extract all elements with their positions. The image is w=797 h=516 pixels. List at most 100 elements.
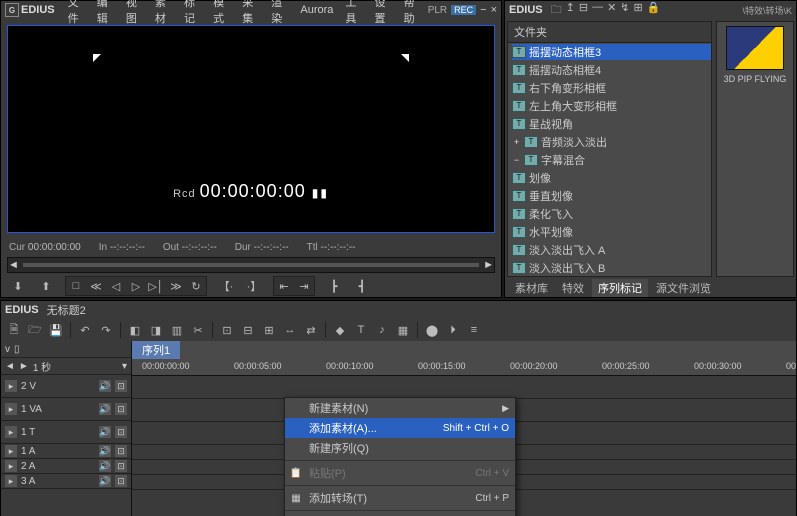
view-icon[interactable]: ⊞ <box>634 1 643 20</box>
lock-icon[interactable]: ⊡ <box>115 380 127 392</box>
close-icon[interactable]: × <box>491 4 497 16</box>
context-menu-item[interactable]: 新建素材(N)▶ <box>285 398 515 418</box>
set-out-icon[interactable]: ·】 <box>245 278 263 294</box>
mute-icon[interactable]: 🔊 <box>99 460 111 472</box>
export-icon[interactable]: ⏵ <box>444 322 462 338</box>
sequence-tab[interactable]: 序列1 <box>132 341 180 359</box>
expand-icon[interactable]: ▸ <box>5 380 17 392</box>
bin-icon[interactable]: — <box>592 1 603 20</box>
lock-icon[interactable]: 🔒 <box>647 1 661 20</box>
ripple-icon[interactable]: ↔ <box>281 322 299 338</box>
stop-button[interactable]: □ <box>67 278 85 294</box>
lock-icon[interactable]: ⊡ <box>115 403 127 415</box>
insert-icon[interactable]: ┣ <box>325 278 343 294</box>
next-frame-button[interactable]: ▷│ <box>147 278 165 294</box>
timeline-tracks[interactable]: 序列1 00:00:00:0000:00:05:0000:00:10:0000:… <box>132 341 796 516</box>
tree-icon[interactable]: ⊟ <box>579 1 588 20</box>
expand-icon[interactable]: ▸ <box>5 403 17 415</box>
tree-item[interactable]: T摇摆动态相框3 <box>512 44 711 60</box>
fit-icon[interactable]: ▾ <box>122 361 127 372</box>
effect-thumbnail[interactable]: 3D PIP FLYING <box>716 21 794 277</box>
next-edit-icon[interactable]: ⇥ <box>295 278 313 294</box>
menu-render[interactable]: 渲染 <box>266 0 293 26</box>
tab-seq-marker[interactable]: 序列标记 <box>592 279 648 297</box>
menu-marker[interactable]: 标记 <box>179 0 206 26</box>
settings-icon[interactable]: ↯ <box>620 1 629 20</box>
track-header[interactable]: ▸2 A🔊⊡ <box>1 459 131 474</box>
menu-file[interactable]: 文件 <box>63 0 90 26</box>
mute-icon[interactable]: 🔊 <box>99 475 111 487</box>
lock-icon[interactable]: ⊡ <box>115 475 127 487</box>
sync-icon[interactable]: ⇄ <box>302 322 320 338</box>
menu-capture[interactable]: 采集 <box>237 0 264 26</box>
tab-bin[interactable]: 素材库 <box>509 279 554 297</box>
rewind-button[interactable]: ≪ <box>87 278 105 294</box>
tab-source[interactable]: 源文件浏览 <box>650 279 717 297</box>
track-header[interactable]: ▸1 T🔊⊡ <box>1 421 131 444</box>
prev-frame-button[interactable]: ◁ <box>107 278 125 294</box>
menu-mode[interactable]: 模式 <box>208 0 235 26</box>
context-menu-item[interactable]: 添加素材(A)...Shift + Ctrl + O <box>285 418 515 438</box>
expand-icon[interactable]: ▸ <box>5 445 17 457</box>
tree-item[interactable]: T右下角变形相框 <box>512 80 711 96</box>
v-toggle-icon[interactable]: v <box>5 344 10 355</box>
tree-item[interactable]: T摇摆动态相框4 <box>512 62 711 78</box>
up-icon[interactable]: ↥ <box>566 1 575 20</box>
link-icon[interactable]: ⊡ <box>218 322 236 338</box>
tree-item[interactable]: T柔化飞入 <box>512 206 711 222</box>
redo-icon[interactable]: ↷ <box>97 322 115 338</box>
save-icon[interactable]: 💾 <box>47 322 65 338</box>
title-icon[interactable]: T <box>352 322 370 338</box>
audio-icon[interactable]: ♪ <box>373 322 391 338</box>
patch-icon[interactable]: ▯ <box>14 344 20 355</box>
fast-fwd-button[interactable]: ≫ <box>167 278 185 294</box>
extra-icon[interactable]: ≡ <box>465 322 483 338</box>
tree-item[interactable]: T水平划像 <box>512 224 711 240</box>
render-icon[interactable]: ⬤ <box>423 322 441 338</box>
folder-icon[interactable]: 🗀 <box>551 1 562 20</box>
menu-clip[interactable]: 素材 <box>150 0 177 26</box>
cut-icon[interactable]: ✂ <box>189 322 207 338</box>
marker-icon[interactable]: ◆ <box>331 322 349 338</box>
tool-a-icon[interactable]: ◧ <box>126 322 144 338</box>
tree-item[interactable]: T淡入淡出飞入 B <box>512 260 711 276</box>
tree-item[interactable]: T左上角大变形相框 <box>512 98 711 114</box>
zoom-out-icon[interactable]: ◄ <box>5 361 15 372</box>
tool-c-icon[interactable]: ▥ <box>168 322 186 338</box>
tree-item[interactable]: T星战视角 <box>512 116 711 132</box>
effects-tree[interactable]: 文件夹 T摇摆动态相框3T摇摆动态相框4T右下角变形相框T左上角大变形相框T星战… <box>507 21 712 277</box>
lock-icon[interactable]: ⊡ <box>115 426 127 438</box>
menu-tools[interactable]: 工具 <box>340 0 367 26</box>
tab-fx[interactable]: 特效 <box>556 279 590 297</box>
tree-item[interactable]: −T字幕混合 <box>512 152 711 168</box>
group-icon[interactable]: ⊟ <box>239 322 257 338</box>
track-lane[interactable] <box>132 376 796 399</box>
expand-icon[interactable]: ▸ <box>5 475 17 487</box>
new-icon[interactable]: 🗎 <box>5 322 23 338</box>
scrub-bar[interactable]: ◄► <box>7 257 495 273</box>
lock-icon[interactable]: ⊡ <box>115 460 127 472</box>
snap-icon[interactable]: ⊞ <box>260 322 278 338</box>
mute-icon[interactable]: 🔊 <box>99 380 111 392</box>
expand-icon[interactable]: ▸ <box>5 426 17 438</box>
context-menu-item[interactable]: 新建序列(Q) <box>285 438 515 458</box>
track-header[interactable]: ▸2 V🔊⊡ <box>1 375 131 398</box>
tree-item[interactable]: T垂直划像 <box>512 188 711 204</box>
overwrite-icon[interactable]: ┫ <box>353 278 371 294</box>
zoom-in-icon[interactable]: ► <box>19 361 29 372</box>
menu-settings[interactable]: 设置 <box>370 0 397 26</box>
play-button[interactable]: ▷ <box>127 278 145 294</box>
tree-item[interactable]: T淡入淡出飞入 A <box>512 242 711 258</box>
minimize-icon[interactable]: − <box>480 4 486 16</box>
zoom-control[interactable]: ◄ ► 1 秒 ▾ <box>1 358 131 375</box>
expand-icon[interactable]: ▸ <box>5 460 17 472</box>
undo-icon[interactable]: ↶ <box>76 322 94 338</box>
mute-icon[interactable]: 🔊 <box>99 403 111 415</box>
delete-icon[interactable]: ✕ <box>607 1 616 20</box>
lock-icon[interactable]: ⊡ <box>115 445 127 457</box>
track-header[interactable]: ▸1 VA🔊⊡ <box>1 398 131 421</box>
track-header[interactable]: ▸3 A🔊⊡ <box>1 474 131 489</box>
time-ruler[interactable]: 00:00:00:0000:00:05:0000:00:10:0000:00:1… <box>132 359 796 376</box>
layout-icon[interactable]: ▦ <box>394 322 412 338</box>
menu-view[interactable]: 视图 <box>121 0 148 26</box>
